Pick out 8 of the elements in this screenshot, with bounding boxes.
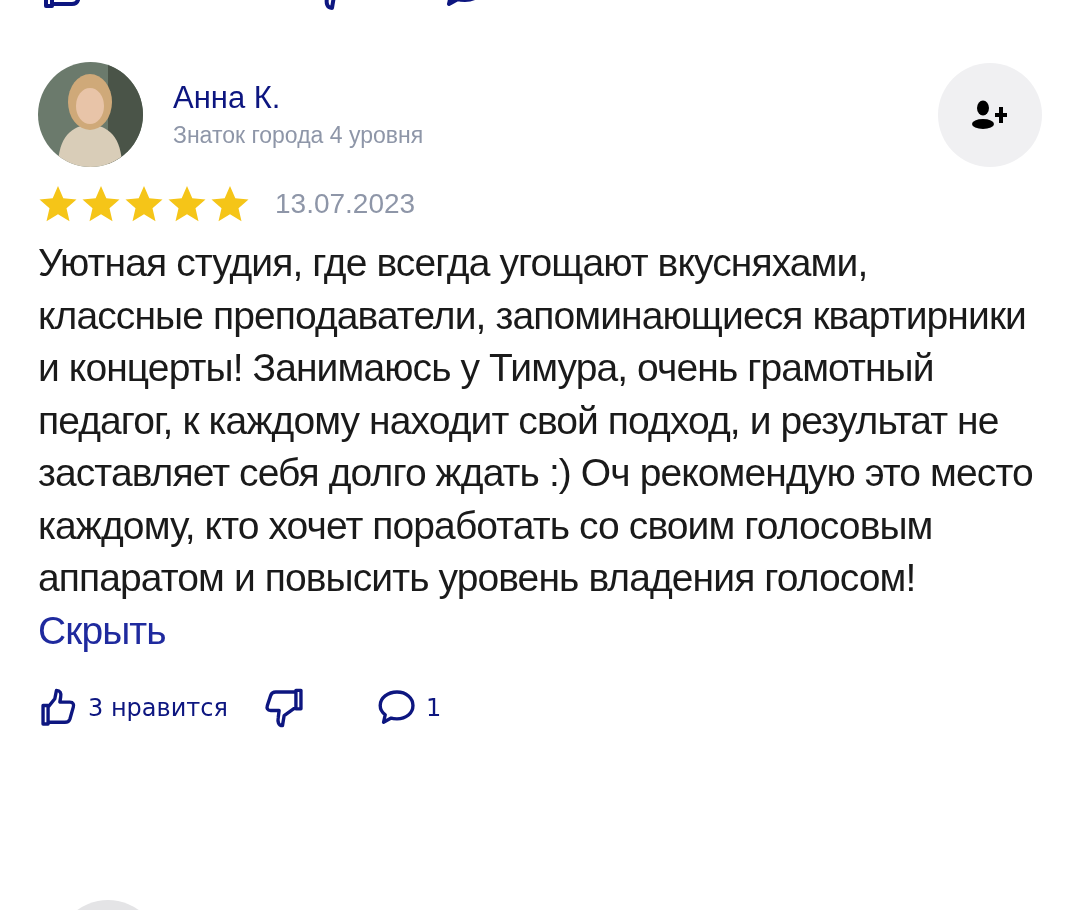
review-text: Уютная студия, где всегда угощают вкусняхами, классные преподаватели, запоминающиеся квартирники и концерты! Занимаюсь у Тимура, очень грамотный педагог, к каждому находит свой подход, и результат не заставляет себя долго ждать :) Оч рекомендую это место каждому, кто хочет поработать со своим голосовым аппаратом и повысить уровень владения голосом! Скрыть [38,240,1034,654]
author-name[interactable]: Анна К. [173,80,908,116]
like-button[interactable]: 3 нравится [38,687,228,729]
hide-link[interactable]: Скрыть [38,608,166,652]
add-user-icon [972,99,1008,130]
author-level: Знаток города 4 уровня [173,122,425,149]
comments-button[interactable]: 1 [375,687,442,729]
review-date: 13.07.2023 [275,188,416,220]
